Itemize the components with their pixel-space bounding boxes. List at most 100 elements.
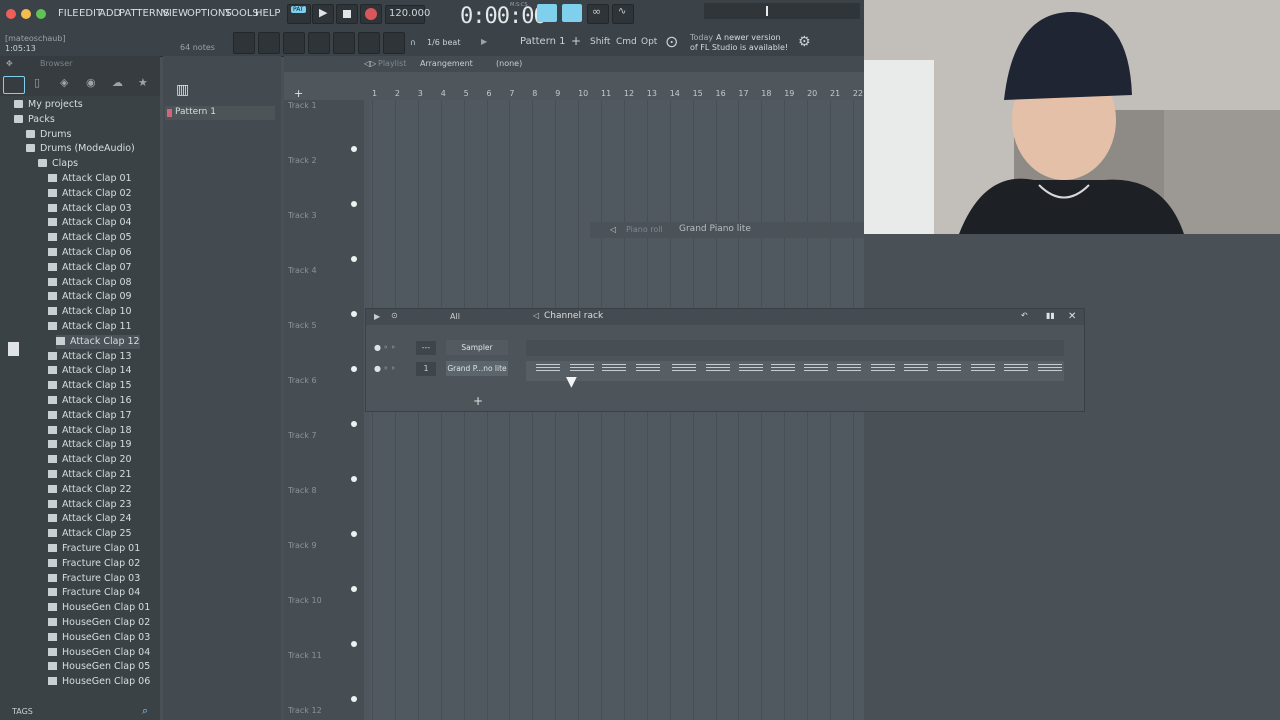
track-mute-dot[interactable] — [351, 366, 357, 372]
channel-controls-icon[interactable]: ● ◦ ◦ — [374, 364, 396, 373]
track-label[interactable]: Track 5 — [288, 321, 317, 330]
wait-input-button[interactable]: ∿ — [612, 4, 634, 24]
browser-item[interactable]: Attack Clap 14 — [48, 364, 132, 378]
track-mute-dot[interactable] — [351, 476, 357, 482]
piano-roll-icon[interactable] — [283, 32, 305, 54]
ruler-bar-number[interactable]: 6 — [487, 89, 492, 98]
browser-item[interactable]: HouseGen Clap 03 — [48, 631, 150, 645]
ruler-bar-number[interactable]: 16 — [716, 89, 726, 98]
undo-icon[interactable]: ↶ — [1021, 311, 1028, 320]
channel-mixer-track[interactable]: --- — [416, 341, 436, 355]
track-mute-dot[interactable] — [351, 146, 357, 152]
browser-item[interactable]: Attack Clap 18 — [48, 424, 132, 438]
browser-item[interactable]: Attack Clap 24 — [48, 512, 132, 526]
waveform-monitor-icon[interactable] — [537, 4, 557, 22]
browser-item[interactable]: Packs — [14, 113, 55, 127]
browser-item[interactable]: Attack Clap 16 — [48, 394, 132, 408]
browser-item[interactable]: Attack Clap 21 — [48, 468, 132, 482]
snap-icon[interactable] — [233, 32, 255, 54]
swing-knob-icon[interactable]: ⊙ — [391, 311, 398, 320]
track-mute-dot[interactable] — [351, 201, 357, 207]
ruler-bar-number[interactable]: 4 — [441, 89, 446, 98]
ruler-bar-number[interactable]: 13 — [647, 89, 657, 98]
browser-item[interactable]: Attack Clap 25 — [48, 527, 132, 541]
track-mute-dot[interactable] — [351, 696, 357, 702]
shift-button[interactable]: Shift — [590, 37, 610, 47]
playlist-icon[interactable] — [258, 32, 280, 54]
filter-dropdown[interactable]: All — [450, 312, 460, 321]
typing-keyboard-icon[interactable] — [562, 4, 582, 22]
browser-item[interactable]: Attack Clap 15 — [48, 379, 132, 393]
stop-button[interactable] — [336, 4, 358, 24]
pattern-prev-icon[interactable]: ▶ — [481, 37, 487, 46]
ruler-bar-number[interactable]: 11 — [601, 89, 611, 98]
browser-item[interactable]: Attack Clap 03 — [48, 202, 132, 216]
track-label[interactable]: Track 10 — [288, 596, 322, 605]
opt-button[interactable]: Opt — [641, 37, 657, 47]
playlist-arrangement[interactable]: Arrangement — [420, 59, 473, 68]
browser-item[interactable]: Fracture Clap 01 — [48, 542, 140, 556]
browser-item[interactable]: Attack Clap 17 — [48, 409, 132, 423]
ruler-bar-number[interactable]: 20 — [807, 89, 817, 98]
browser-item[interactable]: Attack Clap 05 — [48, 231, 132, 245]
browser-item[interactable]: HouseGen Clap 04 — [48, 646, 150, 660]
channel-rack-icon[interactable] — [308, 32, 330, 54]
graph-icon[interactable]: ▮▮ — [1046, 311, 1055, 320]
browser-item[interactable]: Attack Clap 02 — [48, 187, 132, 201]
ruler-bar-number[interactable]: 21 — [830, 89, 840, 98]
ruler-bar-number[interactable]: 1 — [372, 89, 377, 98]
tags-label[interactable]: TAGS — [12, 707, 33, 716]
ruler-bar-number[interactable]: 3 — [418, 89, 423, 98]
channel-mixer-track[interactable]: 1 — [416, 362, 436, 376]
channel-controls-icon[interactable]: ● ◦ ◦ — [374, 343, 396, 352]
ruler-bar-number[interactable]: 18 — [761, 89, 771, 98]
add-channel-icon[interactable]: + — [473, 394, 483, 408]
track-label[interactable]: Track 2 — [288, 156, 317, 165]
track-label[interactable]: Track 9 — [288, 541, 317, 550]
ruler-bar-number[interactable]: 17 — [738, 89, 748, 98]
channel-name-button[interactable]: Sampler — [446, 340, 508, 355]
browser-item[interactable]: HouseGen Clap 01 — [48, 601, 150, 615]
track-label[interactable]: Track 12 — [288, 706, 322, 715]
ruler-bar-number[interactable]: 14 — [670, 89, 680, 98]
rack-menu-icon[interactable]: ▶ — [374, 312, 380, 321]
pattern-song-toggle[interactable]: PAT — [287, 4, 311, 24]
browser-item[interactable]: HouseGen Clap 06 — [48, 675, 150, 689]
minimize-window-button[interactable] — [21, 9, 31, 19]
track-mute-dot[interactable] — [351, 641, 357, 647]
browser-item[interactable]: Attack Clap 20 — [48, 453, 132, 467]
ruler-bar-number[interactable]: 22 — [853, 89, 863, 98]
browser-scroll-handle[interactable] — [8, 342, 19, 356]
ruler-bar-number[interactable]: 10 — [578, 89, 588, 98]
ruler-bar-number[interactable]: 8 — [532, 89, 537, 98]
channel-name-button[interactable]: Grand P...no lite — [446, 361, 508, 376]
browser-item[interactable]: Fracture Clap 03 — [48, 572, 140, 586]
close-icon[interactable]: ✕ — [1068, 311, 1076, 322]
browser-all-icon[interactable] — [3, 76, 25, 94]
browser-item[interactable]: Attack Clap 06 — [48, 246, 132, 260]
browser-item[interactable]: Attack Clap 22 — [48, 483, 132, 497]
browser-item[interactable]: Drums (ModeAudio) — [26, 142, 135, 156]
add-pattern-icon[interactable]: + — [571, 34, 581, 48]
speaker-icon[interactable]: ◉ — [86, 76, 96, 89]
browser-item[interactable]: Attack Clap 01 — [48, 172, 132, 186]
track-label[interactable]: Track 1 — [288, 101, 317, 110]
browser-item[interactable]: Attack Clap 23 — [48, 498, 132, 512]
news-icon[interactable]: ⊙ — [665, 32, 678, 51]
menu-file[interactable]: FILE — [58, 8, 79, 19]
menu-help[interactable]: HELP — [255, 8, 280, 19]
ruler-bar-number[interactable]: 15 — [693, 89, 703, 98]
browser-item[interactable]: Drums — [26, 128, 71, 142]
cloud-icon[interactable]: ☁ — [112, 76, 123, 89]
track-mute-dot[interactable] — [351, 586, 357, 592]
star-icon[interactable]: ★ — [138, 76, 148, 89]
ruler-bar-number[interactable]: 9 — [555, 89, 560, 98]
pattern-selector[interactable]: Pattern 1 — [520, 36, 566, 47]
track-label[interactable]: Track 7 — [288, 431, 317, 440]
track-label[interactable]: Track 3 — [288, 211, 317, 220]
browser-item[interactable]: Attack Clap 07 — [48, 261, 132, 275]
track-label[interactable]: Track 11 — [288, 651, 322, 660]
browser-item[interactable]: Fracture Clap 02 — [48, 557, 140, 571]
piano-icon[interactable]: ▥ — [176, 82, 189, 98]
browser-item[interactable]: Attack Clap 11 — [48, 320, 132, 334]
